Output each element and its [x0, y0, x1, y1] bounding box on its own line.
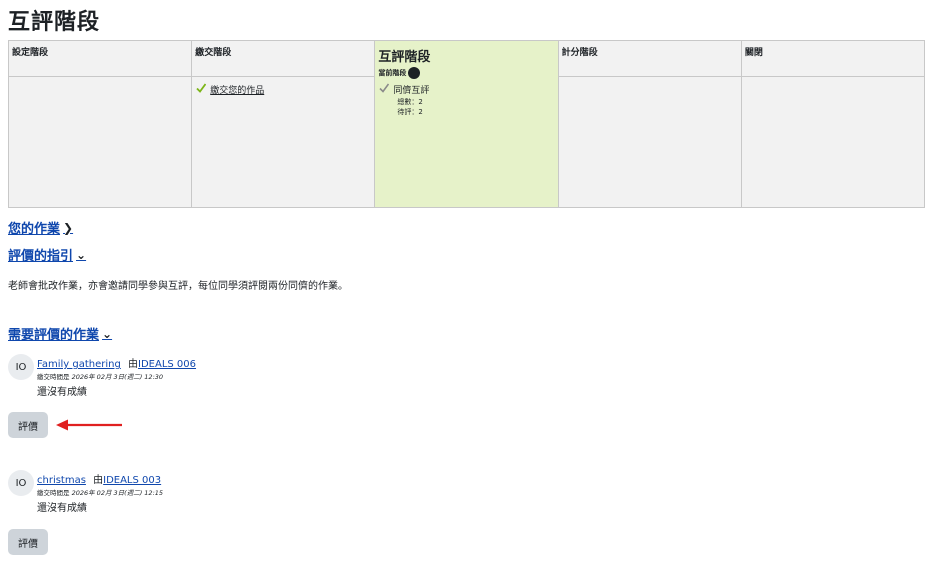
your-work-toggle[interactable]: 您的作業 ❯	[8, 218, 74, 238]
assess-button[interactable]: 評價	[8, 529, 48, 555]
to-assess-toggle[interactable]: 需要評價的作業 ⌄	[8, 324, 113, 344]
submission-title-link[interactable]: christmas	[37, 475, 86, 486]
red-arrow-icon	[56, 419, 122, 431]
phase-closed-title: 關閉	[741, 41, 925, 77]
total-count: 總數：2	[397, 98, 423, 106]
phase-table: 設定階段 繳交階段 繳交您的作品 互評階段 當前階段 同儕互評 總數：2 待評：…	[8, 40, 925, 208]
phase-submission: 繳交階段 繳交您的作品	[192, 41, 376, 207]
submitted-time: 2026年 02月 3日(週二) 12:15	[71, 489, 164, 497]
submitted-label: 繳交時間是	[37, 373, 70, 381]
by-label: 由	[93, 475, 104, 486]
pending-count: 待評：2	[397, 108, 423, 116]
grade-status: 還沒有成績	[37, 503, 87, 514]
phase-assessment: 互評階段 當前階段 同儕互評 總數：2 待評：2	[375, 41, 559, 207]
phase-setup-title: 設定階段	[9, 41, 192, 77]
page-title: 互評階段	[8, 10, 101, 35]
author-link[interactable]: IDEALS 006	[138, 359, 196, 370]
submitted-time: 2026年 02月 3日(週二) 12:30	[71, 373, 164, 381]
assessment-guide-label: 評價的指引	[8, 249, 74, 264]
phase-grading-title: 計分階段	[558, 41, 741, 77]
phase-closed: 關閉	[741, 41, 925, 207]
assess-button[interactable]: 評價	[8, 412, 48, 438]
chevron-down-icon: ⌄	[76, 247, 87, 262]
check-icon	[196, 83, 207, 93]
author-link[interactable]: IDEALS 003	[103, 475, 161, 486]
peer-assess-label: 同儕互評	[393, 86, 430, 96]
task-submit-work: 繳交您的作品	[196, 83, 370, 96]
grade-status: 還沒有成績	[37, 387, 87, 398]
phase-grading: 計分階段	[558, 41, 742, 207]
instructions-text: 老師會批改作業，亦會邀請同學參與互評，每位同學須評閱兩份同儕的作業。	[8, 281, 348, 292]
task-peer-assess: 同儕互評	[379, 83, 553, 96]
phase-assessment-title: 互評階段	[378, 50, 431, 65]
avatar: IO	[8, 470, 34, 496]
task-info: 總數：2 待評：2	[397, 97, 553, 117]
your-work-label: 您的作業	[8, 222, 61, 237]
avatar: IO	[8, 354, 34, 380]
submit-work-link[interactable]: 繳交您的作品	[210, 83, 264, 96]
phase-setup: 設定階段	[9, 41, 193, 207]
chevron-right-icon: ❯	[63, 220, 74, 235]
submitted-label: 繳交時間是	[37, 489, 70, 497]
to-assess-label: 需要評價的作業	[8, 328, 100, 343]
chevron-down-icon: ⌄	[102, 326, 113, 341]
submission-title-link[interactable]: Family gathering	[37, 359, 121, 370]
assessment-guide-toggle[interactable]: 評價的指引 ⌄	[8, 245, 87, 265]
by-label: 由	[128, 359, 139, 370]
check-icon	[379, 83, 390, 93]
phase-submission-title: 繳交階段	[192, 41, 375, 77]
